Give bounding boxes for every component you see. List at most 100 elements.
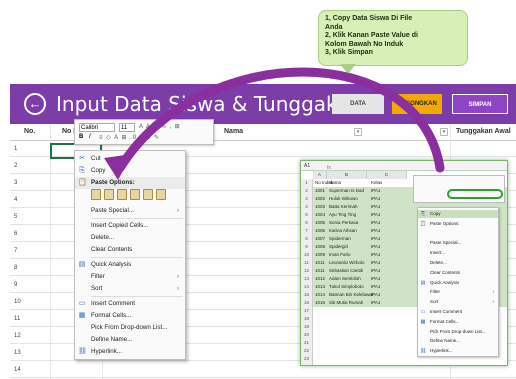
inset-col-a: A: [313, 171, 327, 179]
inset-menu-label: Clear Contents: [430, 269, 461, 275]
inset-menu-item: Paste Special...: [418, 239, 498, 247]
inset-cell: Tukul Simploboto: [329, 284, 364, 289]
inset-col-c: C: [367, 171, 407, 179]
inset-row-number: 10: [301, 251, 313, 259]
back-arrow-icon[interactable]: ←: [24, 93, 46, 115]
paste-option-icon[interactable]: [156, 189, 166, 200]
column-header-nama: Nama: [224, 128, 244, 135]
tunggakan-filter-dropdown-icon[interactable]: ▾: [440, 128, 448, 136]
inset-menu-label: Delete...: [430, 260, 447, 265]
callout-line-5: 3, Klik Simpan: [325, 49, 373, 56]
menu-item-icon: ▦: [78, 312, 86, 319]
inset-cell: IPA1: [371, 276, 381, 281]
font-size-box[interactable]: 11: [119, 123, 135, 132]
menu-item-label: Hyperlink...: [91, 348, 122, 355]
inset-namebox: A1: [304, 163, 311, 169]
inset-cell: 1014: [315, 292, 326, 297]
inset-menu-icon: [420, 250, 426, 256]
data-button[interactable]: DATA: [332, 94, 384, 114]
inset-cell: Karina Aihsan: [329, 228, 357, 233]
inset-cell: Nama: [329, 180, 342, 185]
context-menu-item[interactable]: Pick From Drop-down List...: [75, 322, 185, 334]
inset-menu-item: ▦ Format Cells...: [418, 318, 498, 326]
menu-item-label: Cut: [91, 155, 101, 162]
simpan-button[interactable]: SIMPAN: [452, 94, 508, 114]
inset-cell: Ayu Ting Ting: [329, 212, 357, 217]
inset-row-number: 19: [301, 323, 313, 331]
callout-line-4: Kolom Bawah No Induk: [325, 40, 404, 48]
row-number: 1: [14, 146, 18, 152]
inset-cell: Leonardo Wirbolo: [329, 260, 365, 265]
instruction-callout: 1, Copy Data Siswa Di File Anda 2, Klik …: [318, 10, 468, 66]
source-excel-inset: A1 fx A B C 1 No Induk Nama Kelas 2 1001 Super…: [300, 160, 508, 366]
italic-button[interactable]: I: [89, 134, 91, 140]
context-menu-item[interactable]: Delete...: [75, 232, 185, 244]
nama-filter-dropdown-icon[interactable]: ▾: [354, 128, 362, 136]
kosongkan-button[interactable]: KOSONGKAN: [392, 94, 442, 114]
inset-row-number: 21: [301, 339, 313, 347]
menu-item-icon: [78, 324, 86, 332]
inset-row-number: 2: [301, 187, 313, 195]
bold-button[interactable]: B: [79, 134, 83, 140]
inset-menu-item: Sort ›: [418, 298, 498, 306]
context-menu-item[interactable]: Filter ›: [75, 271, 185, 283]
paste-option-icon[interactable]: [104, 189, 114, 200]
paste-option-icon[interactable]: [143, 189, 153, 200]
menu-separator: [91, 296, 183, 297]
context-menu-item[interactable]: Define Name...: [75, 334, 185, 346]
inset-row-number: 15: [301, 291, 313, 299]
callout-tail: [340, 64, 356, 74]
paste-option-icon[interactable]: [91, 189, 101, 200]
menu-item-label: Filter: [91, 273, 105, 280]
inset-cell: Batman Bin Kelelawar: [329, 292, 374, 297]
menu-item-icon: [78, 207, 86, 215]
context-menu-item[interactable]: ▭ Insert Comment: [75, 298, 185, 310]
context-menu-item[interactable]: ⛓ Hyperlink...: [75, 346, 185, 358]
inset-cell: 1003: [315, 204, 326, 209]
inset-menu-icon: ⎘: [420, 211, 425, 217]
context-menu-item[interactable]: Clear Contents: [75, 244, 185, 256]
inset-row-number: 24: [301, 363, 313, 365]
inset-cell: Spidergirl: [329, 244, 349, 249]
context-menu-item[interactable]: ▤ Quick Analysis: [75, 259, 185, 271]
inset-cell: 1002: [315, 196, 326, 201]
inset-row-number: 18: [301, 315, 313, 323]
context-menu-item[interactable]: ⎘ Copy: [75, 165, 185, 177]
context-menu-item[interactable]: ✂ Cut: [75, 153, 185, 165]
format-icons-top[interactable]: A A $ % , ⊞: [139, 123, 181, 130]
context-menu-item[interactable]: Sort ›: [75, 283, 185, 295]
page-title: Input Data Siswa & Tunggakan !: [56, 92, 377, 116]
inset-cell: IPA1: [371, 204, 381, 209]
inset-menu-icon: [420, 270, 426, 276]
inset-row-number: 20: [301, 331, 313, 339]
inset-menu-icon: [420, 240, 426, 246]
context-menu-item[interactable]: Insert Copied Cells...: [75, 220, 185, 232]
inset-row-number: 6: [301, 219, 313, 227]
inset-cell: 1011: [315, 260, 325, 265]
inset-cell: Adam Sembiloh: [329, 276, 361, 281]
menu-item-label: Clear Contents: [91, 246, 133, 253]
row-number: 14: [14, 367, 21, 373]
inset-cell: IPA1: [371, 268, 381, 273]
inset-row-number: 17: [301, 307, 313, 315]
context-menu: ✂ Cut ⎘ Copy 📋 Paste Options: Paste Special...…: [74, 150, 186, 360]
font-name-box[interactable]: Calibri: [79, 123, 115, 132]
mini-toolbar: Calibri 11 A A $ % , ⊞ B I ≡ ◇ A ⊞ .0 .0…: [74, 119, 214, 145]
context-menu-item[interactable]: ▦ Format Cells...: [75, 310, 185, 322]
format-icons-bottom[interactable]: ≡ ◇ A ⊞ .0 .00 ✎: [99, 134, 160, 141]
inset-row-number: 14: [301, 283, 313, 291]
paste-option-icon[interactable]: [130, 189, 140, 200]
inset-row-number: 23: [301, 355, 313, 363]
inset-menu-label: Format Cells...: [430, 318, 460, 324]
context-menu-item: 📋 Paste Options:: [75, 177, 185, 189]
paste-options-icons[interactable]: [91, 189, 169, 203]
paste-option-icon[interactable]: [117, 189, 127, 200]
inset-cell: Superman Is Dad: [329, 188, 365, 193]
inset-cell: IPA1: [371, 244, 381, 249]
inset-cell: IPA1: [371, 236, 381, 241]
inset-cell: IPA1: [371, 292, 381, 297]
inset-cell: Siti Mutia Rumah: [329, 300, 364, 305]
context-menu-item[interactable]: Paste Special... ›: [75, 205, 185, 217]
row-number: 8: [14, 265, 18, 271]
inset-row-number: 7: [301, 227, 313, 235]
